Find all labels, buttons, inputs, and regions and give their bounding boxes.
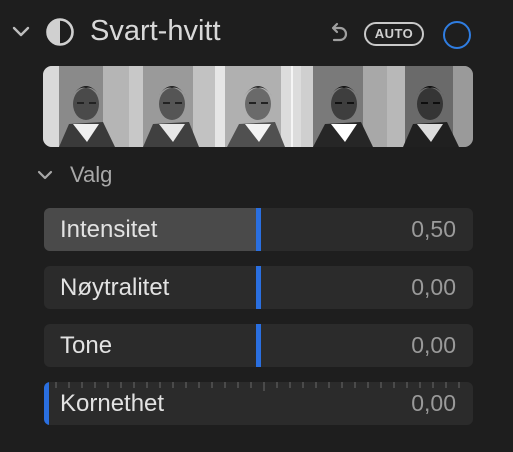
preset-thumbnail[interactable] (387, 66, 473, 147)
slider-value: 0,00 (411, 390, 456, 416)
collapse-chevron-icon[interactable] (10, 20, 32, 42)
undo-icon[interactable] (325, 21, 351, 47)
panel-header: Svart-hvitt AUTO (0, 0, 513, 66)
auto-button[interactable]: AUTO (364, 22, 424, 46)
slider-handle[interactable] (256, 324, 261, 367)
intensity-slider[interactable]: Intensitet 0,50 (44, 208, 473, 251)
slider-label: Tone (60, 332, 113, 359)
slider-handle[interactable] (256, 208, 261, 251)
black-white-panel: Svart-hvitt AUTO Valg Intensitet 0,50 Nø… (0, 0, 513, 452)
slider-handle[interactable] (256, 266, 261, 309)
slider-value: 0,00 (411, 274, 456, 300)
options-label: Valg (70, 162, 113, 187)
preset-thumbnail[interactable] (129, 66, 215, 147)
slider-label: Nøytralitet (60, 274, 170, 301)
preset-thumbnail[interactable] (43, 66, 129, 147)
neutrality-slider[interactable]: Nøytralitet 0,00 (44, 266, 473, 309)
preset-thumbnail[interactable] (301, 66, 387, 147)
slider-value: 0,50 (411, 216, 456, 242)
slider-value: 0,00 (411, 332, 456, 358)
tone-slider[interactable]: Tone 0,00 (44, 324, 473, 367)
panel-title: Svart-hvitt (90, 15, 221, 47)
slider-label: Kornethet (60, 390, 165, 417)
options-disclosure[interactable]: Valg (30, 160, 230, 190)
half-circle-icon (45, 17, 75, 47)
preset-filmstrip (43, 66, 473, 147)
slider-handle[interactable] (44, 382, 49, 425)
chevron-down-icon (36, 166, 54, 184)
preset-thumbnail[interactable] (215, 66, 301, 147)
slider-label: Intensitet (60, 216, 158, 243)
grain-slider[interactable]: Kornethet 0,00 (44, 382, 473, 425)
enable-toggle-icon[interactable] (443, 21, 471, 49)
